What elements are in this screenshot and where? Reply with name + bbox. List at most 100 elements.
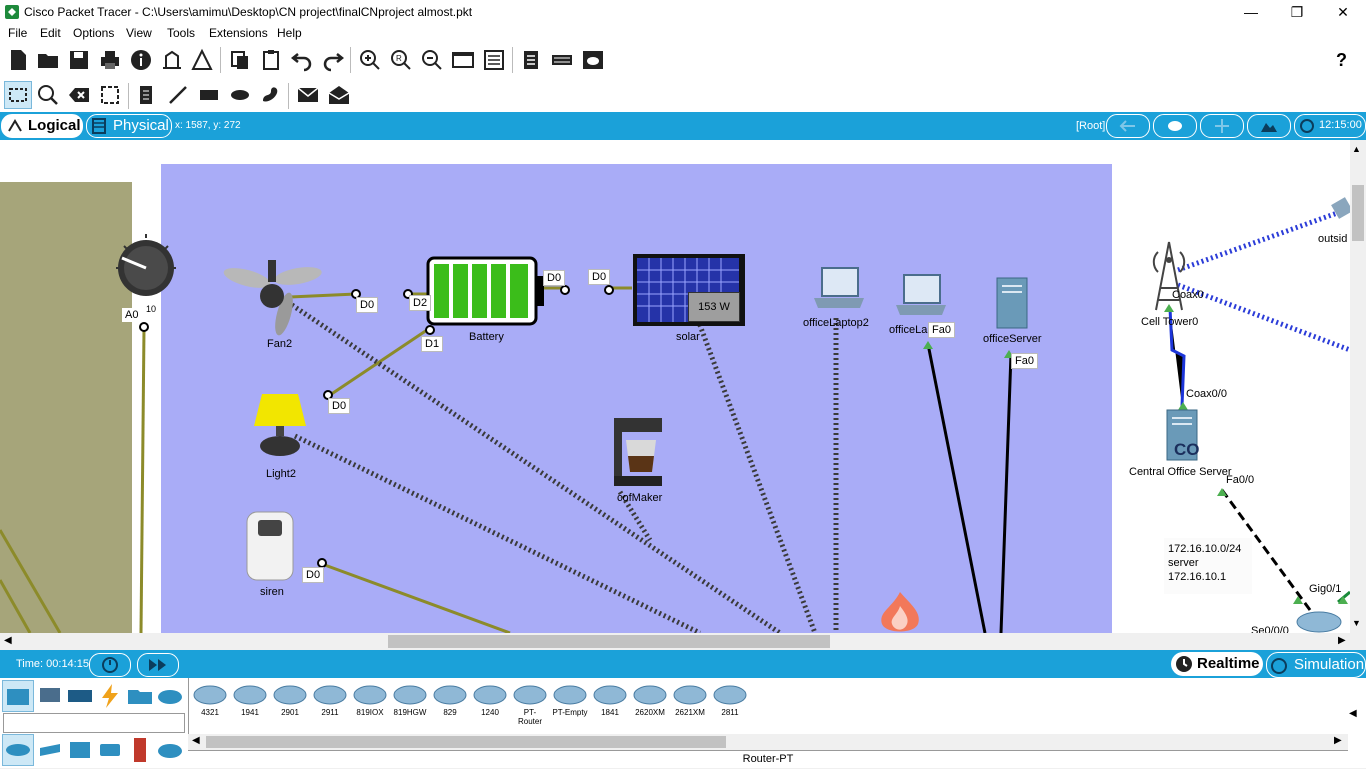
paste-icon[interactable] xyxy=(259,48,283,72)
copy-icon[interactable] xyxy=(228,48,252,72)
network-note[interactable]: 172.16.10.0/24 server 172.16.10.1 xyxy=(1164,538,1252,594)
miscellaneous-folder-icon[interactable] xyxy=(126,682,154,710)
device-tile[interactable]: 819IOX xyxy=(352,682,388,718)
scroll-right-icon[interactable]: ▶ xyxy=(1338,635,1346,646)
canvas-vertical-scrollbar[interactable]: ▲ ▼ xyxy=(1350,140,1366,633)
end-devices-icon[interactable] xyxy=(36,682,64,710)
device-tile[interactable]: 2811 xyxy=(712,682,748,718)
menu-tools[interactable]: Tools xyxy=(167,26,195,40)
viewport-clock[interactable]: 12:15:00 xyxy=(1294,114,1366,138)
activity-wizard-icon[interactable] xyxy=(160,48,184,72)
siren-icon[interactable] xyxy=(244,510,296,582)
menu-extensions[interactable]: Extensions xyxy=(209,26,268,40)
device-tile[interactable]: PT-Router xyxy=(512,682,548,726)
network-info-icon[interactable] xyxy=(190,48,214,72)
components-icon[interactable] xyxy=(66,682,94,710)
physical-tab[interactable]: Physical xyxy=(86,114,172,138)
device-tile[interactable]: 2620XM xyxy=(632,682,668,718)
scroll-left-icon[interactable]: ◀ xyxy=(4,635,12,646)
ceiling-fan-icon[interactable] xyxy=(222,258,322,336)
logical-tab[interactable]: Logical xyxy=(1,114,83,138)
resize-shape-icon[interactable] xyxy=(98,83,122,107)
scroll-down-icon[interactable]: ▼ xyxy=(1352,618,1361,628)
wireless-device-icon[interactable] xyxy=(96,736,124,764)
connections-lightning-icon[interactable] xyxy=(96,682,124,710)
custom-device-dialog-icon[interactable] xyxy=(482,48,506,72)
menu-view[interactable]: View xyxy=(126,26,152,40)
place-note-icon[interactable] xyxy=(134,83,158,107)
print-icon[interactable] xyxy=(98,48,122,72)
open-folder-icon[interactable] xyxy=(36,48,60,72)
potentiometer-knob-icon[interactable] xyxy=(110,232,182,304)
inspect-icon[interactable] xyxy=(36,83,60,107)
battery-icon[interactable] xyxy=(426,256,546,326)
device-scroll-thumb[interactable] xyxy=(206,736,726,748)
back-button[interactable] xyxy=(1106,114,1150,138)
freeform-icon[interactable] xyxy=(259,83,283,107)
info-icon[interactable] xyxy=(129,48,153,72)
device-tile[interactable]: 2901 xyxy=(272,682,308,718)
firewall-icon[interactable] xyxy=(874,590,926,633)
device-tile[interactable]: 2911 xyxy=(312,682,348,718)
draw-ellipse-icon[interactable] xyxy=(228,83,252,107)
hub-icon[interactable] xyxy=(66,736,94,764)
notes-icon[interactable] xyxy=(519,48,543,72)
multiuser-cloud-icon[interactable] xyxy=(156,682,184,710)
scroll-left-icon[interactable]: ◀ xyxy=(192,735,200,746)
select-tool-button[interactable] xyxy=(4,81,32,109)
device-tile[interactable]: 1240 xyxy=(472,682,508,718)
wan-emulation-cloud-icon[interactable] xyxy=(156,736,184,764)
simulation-mode-button[interactable]: Simulation xyxy=(1266,652,1366,678)
coffee-maker-icon[interactable] xyxy=(612,416,664,488)
root-breadcrumb[interactable]: [Root] xyxy=(1076,120,1105,132)
canvas-horizontal-scrollbar[interactable]: ◀ ▶ xyxy=(0,633,1366,650)
redo-icon[interactable] xyxy=(321,48,345,72)
draw-line-icon[interactable] xyxy=(166,83,190,107)
switch-icon[interactable] xyxy=(36,736,64,764)
menu-file[interactable]: File xyxy=(8,26,27,40)
category-network-devices[interactable] xyxy=(2,680,34,712)
power-cycle-button[interactable] xyxy=(89,653,131,677)
horizontal-scroll-thumb[interactable] xyxy=(388,635,830,648)
draw-rectangle-icon[interactable] xyxy=(197,83,221,107)
simple-pdu-icon[interactable] xyxy=(296,83,320,107)
minimize-button[interactable]: — xyxy=(1228,0,1274,24)
vertical-scroll-thumb[interactable] xyxy=(1352,185,1364,241)
subcategory-routers[interactable] xyxy=(2,734,34,766)
device-tile[interactable]: 4321 xyxy=(192,682,228,718)
restore-button[interactable]: ❐ xyxy=(1274,0,1320,24)
device-tile[interactable]: 2621XM xyxy=(672,682,708,718)
close-button[interactable]: ✕ xyxy=(1320,0,1366,24)
menu-help[interactable]: Help xyxy=(277,26,302,40)
device-tile[interactable]: PT-Empty xyxy=(552,682,588,718)
zoom-out-icon[interactable] xyxy=(420,48,444,72)
scroll-right-icon[interactable]: ▶ xyxy=(1334,735,1342,746)
laptop-icon[interactable] xyxy=(812,266,866,312)
undo-icon[interactable] xyxy=(290,48,314,72)
menu-edit[interactable]: Edit xyxy=(40,26,61,40)
logical-workspace[interactable]: A0 10 Fan2 D0 Battery D2 D0 D0 D1 153 W … xyxy=(0,140,1350,633)
laptop-icon[interactable] xyxy=(894,273,948,319)
zoom-in-icon[interactable] xyxy=(358,48,382,72)
zoom-reset-icon[interactable]: R xyxy=(389,48,413,72)
new-file-icon[interactable] xyxy=(6,48,30,72)
server-icon[interactable] xyxy=(994,276,1030,330)
fast-forward-button[interactable] xyxy=(137,653,179,677)
router-icon[interactable] xyxy=(1296,610,1342,633)
drawing-palette-icon[interactable] xyxy=(451,48,475,72)
device-tile[interactable]: 819HGW xyxy=(392,682,428,718)
move-object-button[interactable] xyxy=(1200,114,1244,138)
lamp-icon[interactable] xyxy=(250,392,310,462)
device-tile[interactable]: 1841 xyxy=(592,682,628,718)
device-tile[interactable]: 829 xyxy=(432,682,468,718)
device-list-scroll-icon[interactable]: ◀ xyxy=(1349,708,1357,719)
device-tile[interactable]: 1941 xyxy=(232,682,268,718)
set-background-button[interactable] xyxy=(1247,114,1291,138)
cloud-screen-icon[interactable] xyxy=(581,48,605,72)
device-list-scrollbar[interactable]: ◀ ▶ xyxy=(188,734,1348,750)
security-device-icon[interactable] xyxy=(126,736,154,764)
help-button[interactable]: ? xyxy=(1336,50,1347,71)
scroll-up-icon[interactable]: ▲ xyxy=(1352,144,1361,154)
complex-pdu-icon[interactable] xyxy=(327,83,351,107)
realtime-mode-button[interactable]: Realtime xyxy=(1171,652,1263,676)
